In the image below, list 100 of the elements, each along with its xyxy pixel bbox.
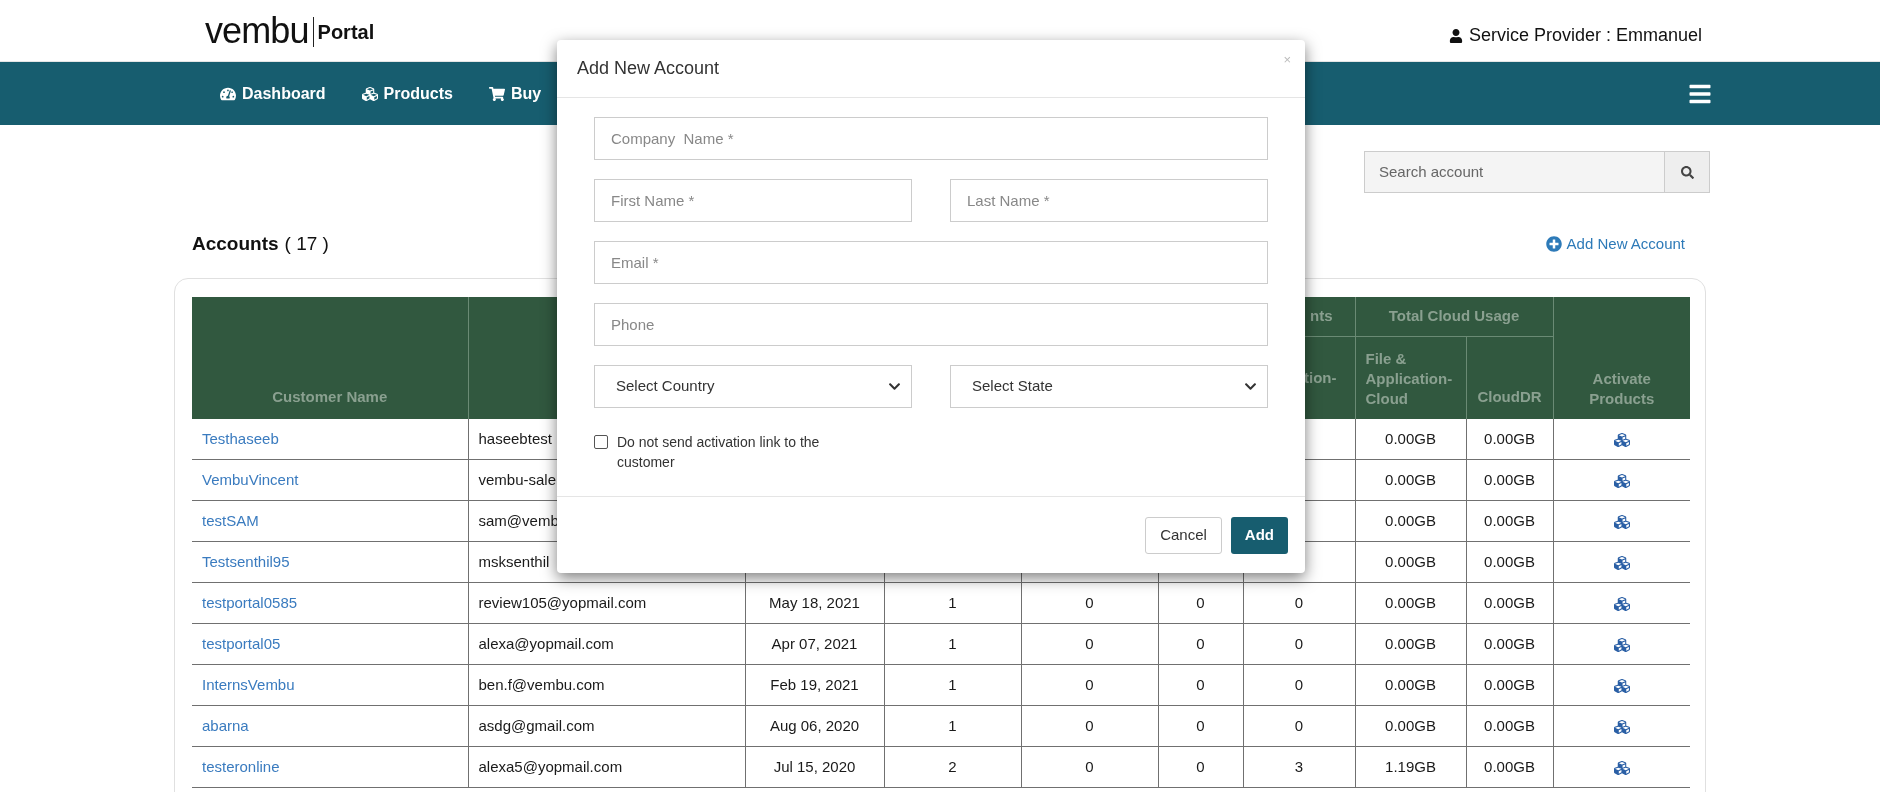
chevron-down-icon (1244, 380, 1257, 393)
table-cell: 0 (1196, 593, 1205, 611)
customer-link[interactable]: InternsVembu (202, 675, 295, 693)
cancel-button[interactable]: Cancel (1145, 516, 1222, 554)
cubes-icon[interactable] (1613, 636, 1630, 653)
cubes-icon[interactable] (1613, 472, 1630, 489)
table-cell: 0 (1196, 634, 1205, 652)
input-field[interactable]: Last Name * (950, 179, 1268, 222)
table-cell: 0.00GB (1385, 511, 1436, 529)
cubes-icon[interactable] (1613, 677, 1630, 694)
table-cell: 0.00GB (1385, 634, 1436, 652)
chevron-down-icon (888, 380, 901, 393)
cubes-icon[interactable] (1613, 513, 1630, 530)
table-cell: haseebtest (478, 429, 552, 447)
customer-link[interactable]: Testhaseeb (202, 429, 279, 447)
nav-link[interactable]: Dashboard (220, 81, 326, 106)
table-cell: 0.00GB (1385, 552, 1436, 570)
cart-icon (488, 85, 505, 102)
nav-link[interactable]: Buy (488, 81, 542, 106)
table-cell: Jul 15, 2020 (773, 757, 856, 775)
table-cell: 0.00GB (1484, 634, 1535, 652)
table-cell: vembu-sale (478, 470, 557, 488)
add-button[interactable]: Add (1230, 516, 1288, 554)
table-cell: 2 (948, 757, 957, 775)
table-cell: 0 (1196, 757, 1205, 775)
logo-suffix: Portal (312, 16, 375, 47)
customer-link[interactable]: testportal05 (202, 634, 281, 652)
cubes-icon (361, 85, 378, 102)
table-cell: sam@vemb (478, 511, 559, 529)
cubes-icon[interactable] (1613, 759, 1630, 776)
column-header: File & Application-Cloud (1355, 336, 1466, 419)
search-button[interactable] (1665, 151, 1710, 193)
table-cell: 1 (948, 716, 957, 734)
select-field[interactable]: Select Country (594, 365, 912, 408)
gauge-icon (220, 85, 236, 102)
accounts-title: Accounts (192, 232, 279, 256)
table-cell: 1 (948, 593, 957, 611)
table-cell: 3 (1294, 757, 1304, 775)
table-cell: 0.00GB (1385, 470, 1436, 488)
add-account-link[interactable]: Add New Account (1545, 233, 1685, 256)
table-cell: 0.00GB (1484, 757, 1535, 775)
table-cell: 0 (1294, 634, 1304, 652)
accounts-count: ( 17 ) (284, 232, 329, 256)
cubes-icon[interactable] (1613, 554, 1630, 571)
table-cell: 0 (1294, 675, 1304, 693)
table-cell: alexa@yopmail.com (478, 634, 614, 652)
input-field[interactable]: Email * (594, 241, 1268, 284)
table-cell: 0.00GB (1484, 716, 1535, 734)
table-cell: 0 (1294, 716, 1304, 734)
table-cell: Feb 19, 2021 (770, 675, 859, 693)
nav-link[interactable]: Products (361, 81, 453, 106)
table-cell: 0 (1196, 716, 1205, 734)
table-cell: 1 (948, 675, 957, 693)
search-icon (1680, 165, 1694, 179)
table-cell: 0.00GB (1385, 716, 1436, 734)
table-cell: 0.00GB (1484, 675, 1535, 693)
customer-link[interactable]: VembuVincent (202, 470, 299, 488)
table-cell: 0.00GB (1484, 593, 1535, 611)
logo-wordmark: vembu (205, 12, 309, 49)
select-field[interactable]: Select State (950, 365, 1268, 408)
customer-link[interactable]: testSAM (202, 511, 259, 529)
modal-title: Add New Account (577, 57, 720, 80)
table-cell: review105@yopmail.com (478, 593, 647, 611)
cubes-icon[interactable] (1613, 595, 1630, 612)
table-cell: May 18, 2021 (769, 593, 860, 611)
cubes-icon[interactable] (1613, 431, 1630, 448)
customer-link[interactable]: testeronline (202, 757, 280, 775)
user-icon (1448, 28, 1463, 43)
input-field[interactable]: Phone (594, 303, 1268, 346)
user-label: Service Provider : Emmanuel (1468, 24, 1702, 47)
table-cell: 1.19GB (1385, 757, 1436, 775)
table-cell: 0 (1196, 675, 1205, 693)
table-cell: 0 (1085, 634, 1094, 652)
customer-link[interactable]: testportal0585 (202, 593, 298, 611)
input-field[interactable]: Company Name * (594, 117, 1268, 160)
table-cell: 0.00GB (1385, 593, 1436, 611)
table-cell: 0.00GB (1385, 429, 1436, 447)
table-cell: 0 (1085, 716, 1094, 734)
table-cell: Apr 07, 2021 (771, 634, 858, 652)
table-cell: Aug 06, 2020 (769, 716, 860, 734)
table-cell: ben.f@vembu.com (478, 675, 605, 693)
cubes-icon[interactable] (1613, 718, 1630, 735)
column-header: Customer Name (192, 296, 468, 419)
customer-link[interactable]: abarna (202, 716, 249, 734)
table-cell: alexa5@yopmail.com (478, 757, 623, 775)
column-header: Activate Products (1553, 296, 1690, 419)
table-cell: 0.00GB (1385, 675, 1436, 693)
checkbox[interactable] (594, 435, 608, 449)
column-header: CloudDR (1466, 336, 1553, 419)
input-field[interactable]: First Name * (594, 179, 912, 222)
table-cell: 0 (1085, 675, 1094, 693)
checkbox-label: Do not send activation link to the customer (617, 433, 821, 472)
table-cell: 0 (1085, 757, 1094, 775)
table-cell: 0 (1085, 593, 1094, 611)
table-cell: 0.00GB (1484, 552, 1535, 570)
search-field[interactable]: Search account (1364, 151, 1665, 193)
table-cell: 0.00GB (1484, 511, 1535, 529)
table-cell: 0 (1294, 593, 1304, 611)
customer-link[interactable]: Testsenthil95 (202, 552, 290, 570)
table-cell: msksenthil (478, 552, 550, 570)
